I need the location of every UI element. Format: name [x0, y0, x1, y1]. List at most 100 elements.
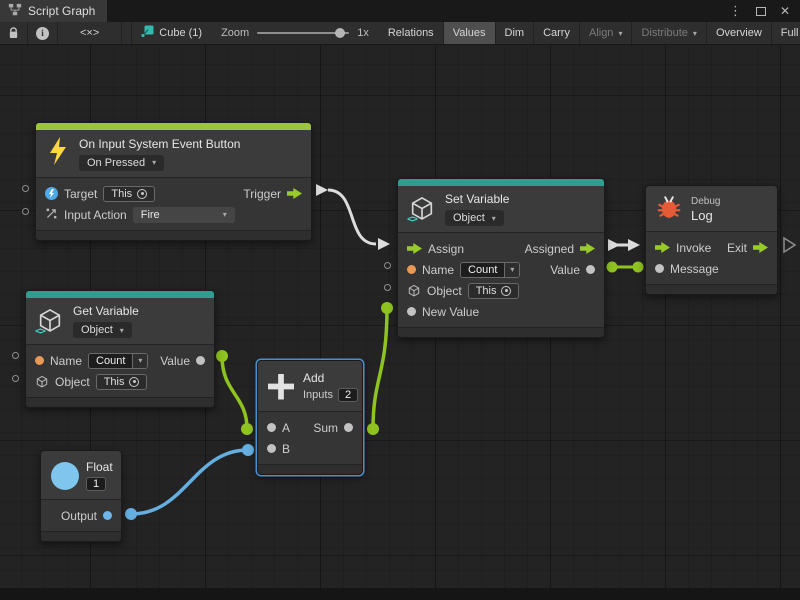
- zoom-slider[interactable]: [257, 32, 349, 34]
- message-port[interactable]: [655, 264, 664, 273]
- open-input-port[interactable]: [384, 262, 391, 269]
- chevron-down-icon: ▾: [152, 158, 156, 167]
- zoom-slider-handle[interactable]: [335, 28, 345, 38]
- variable-kind-dropdown[interactable]: Object ▾: [73, 322, 132, 338]
- a-port[interactable]: [267, 423, 276, 432]
- variable-name-value: Count: [89, 354, 132, 368]
- node-footer: [26, 397, 214, 407]
- align-button[interactable]: Align▾: [580, 22, 632, 44]
- wire-arrowhead: [608, 239, 620, 251]
- invoke-flow-port[interactable]: [655, 242, 670, 253]
- open-input-port[interactable]: [384, 284, 391, 291]
- wire-sum-newvalue[interactable]: [373, 308, 387, 429]
- assign-flow-port[interactable]: [407, 243, 422, 254]
- message-port-label: Message: [670, 262, 719, 276]
- relations-button[interactable]: Relations: [379, 22, 444, 44]
- bug-icon: [656, 194, 682, 225]
- wire-endpoint: [125, 508, 137, 520]
- open-input-port[interactable]: [12, 375, 19, 382]
- maximize-icon[interactable]: [756, 7, 766, 16]
- node-title: Log: [691, 208, 713, 223]
- menu-icon[interactable]: ⋮: [729, 3, 742, 19]
- output-port[interactable]: [103, 511, 112, 520]
- object-target-icon: [129, 377, 139, 387]
- node-float-literal[interactable]: Float 1 Output: [40, 450, 122, 542]
- node-footer: [398, 327, 604, 337]
- wire-trigger-assign[interactable]: [328, 190, 376, 244]
- name-port[interactable]: [407, 265, 416, 274]
- graph-target-button[interactable]: Cube (1): [132, 22, 211, 44]
- window-controls: ⋮ ✕: [729, 0, 800, 22]
- graph-canvas[interactable]: On Input System Event Button On Pressed …: [0, 45, 800, 600]
- values-button[interactable]: Values: [444, 22, 496, 44]
- output-port-label: Output: [61, 509, 97, 523]
- a-port-label: A: [282, 421, 290, 435]
- code-preview-button[interactable]: <×>: [58, 22, 122, 44]
- sum-port-label: Sum: [313, 421, 338, 435]
- new-value-port[interactable]: [407, 307, 416, 316]
- variable-kind-value: Object: [453, 212, 485, 224]
- event-mode-dropdown[interactable]: On Pressed ▾: [79, 155, 164, 171]
- carry-button[interactable]: Carry: [534, 22, 580, 44]
- variable-name-dropdown[interactable]: Count ▾: [460, 262, 520, 278]
- wire-endpoint: [607, 262, 618, 273]
- input-action-icon: [45, 207, 58, 223]
- exit-flow-port[interactable]: [753, 242, 768, 253]
- variable-kind-value: Object: [81, 324, 113, 336]
- node-set-variable[interactable]: <> Set Variable Object ▾ Assign: [397, 178, 605, 338]
- open-input-port[interactable]: [22, 208, 29, 215]
- chevron-down-icon: ▾: [223, 210, 227, 219]
- tab-title: Script Graph: [28, 4, 95, 18]
- overview-button[interactable]: Overview: [707, 22, 772, 44]
- node-on-input-system-event[interactable]: On Input System Event Button On Pressed …: [35, 122, 312, 241]
- variable-kind-dropdown[interactable]: Object ▾: [445, 210, 504, 226]
- variable-name-dropdown[interactable]: Count ▾: [88, 353, 148, 369]
- object-picker[interactable]: This: [96, 374, 148, 390]
- open-input-port[interactable]: [22, 185, 29, 192]
- close-icon[interactable]: ✕: [780, 4, 790, 18]
- graph-toolbar: i <×> Cube (1) Zoom 1x Relations Values …: [0, 22, 800, 45]
- value-port[interactable]: [196, 356, 205, 365]
- b-port[interactable]: [267, 444, 276, 453]
- inspect-button[interactable]: i: [28, 22, 58, 44]
- event-color-bar: [36, 123, 311, 130]
- node-debug-log[interactable]: Debug Log Invoke Exit Message: [645, 185, 778, 295]
- assigned-flow-port[interactable]: [580, 243, 595, 254]
- object-picker[interactable]: This: [468, 283, 520, 299]
- inputs-count-field[interactable]: 2: [338, 388, 358, 402]
- trigger-port-label: Trigger: [243, 187, 281, 201]
- node-get-variable[interactable]: <> Get Variable Object ▾ Name Co: [25, 290, 215, 408]
- variable-color-bar: [398, 179, 604, 186]
- inputs-label: Inputs: [303, 389, 333, 401]
- distribute-button[interactable]: Distribute▾: [632, 22, 706, 44]
- zoom-control: Zoom 1x: [211, 22, 379, 44]
- b-port-label: B: [282, 442, 290, 456]
- lock-button[interactable]: [0, 22, 28, 44]
- exit-port-label: Exit: [727, 241, 747, 255]
- target-object-picker[interactable]: This: [103, 186, 155, 202]
- target-port-label: Target: [64, 187, 97, 201]
- name-port[interactable]: [35, 356, 44, 365]
- float-circle-icon: [51, 462, 79, 490]
- open-input-port[interactable]: [12, 352, 19, 359]
- value-port[interactable]: [586, 265, 595, 274]
- node-title: Set Variable: [445, 192, 509, 206]
- fullscreen-button[interactable]: Full Screen: [772, 22, 800, 44]
- tab-script-graph[interactable]: Script Graph: [0, 0, 107, 22]
- wire-float-b[interactable]: [131, 450, 248, 514]
- float-value-field[interactable]: 1: [86, 477, 106, 491]
- variable-brackets-icon: <>: [35, 326, 45, 337]
- input-action-dropdown[interactable]: Fire ▾: [133, 207, 235, 223]
- wire-arrowhead: [628, 239, 640, 251]
- chevron-down-icon: ▾: [492, 214, 496, 223]
- exit-open-port-triangle[interactable]: [784, 238, 795, 252]
- node-footer: [258, 464, 362, 474]
- trigger-flow-port[interactable]: [287, 188, 302, 199]
- dim-label: Dim: [505, 27, 525, 39]
- sum-port[interactable]: [344, 423, 353, 432]
- wire-getvalue-a[interactable]: [222, 356, 247, 429]
- node-add[interactable]: Add Inputs 2 A Sum: [257, 360, 363, 475]
- wire-arrowhead: [316, 184, 328, 196]
- invoke-port-label: Invoke: [676, 241, 711, 255]
- dim-button[interactable]: Dim: [496, 22, 535, 44]
